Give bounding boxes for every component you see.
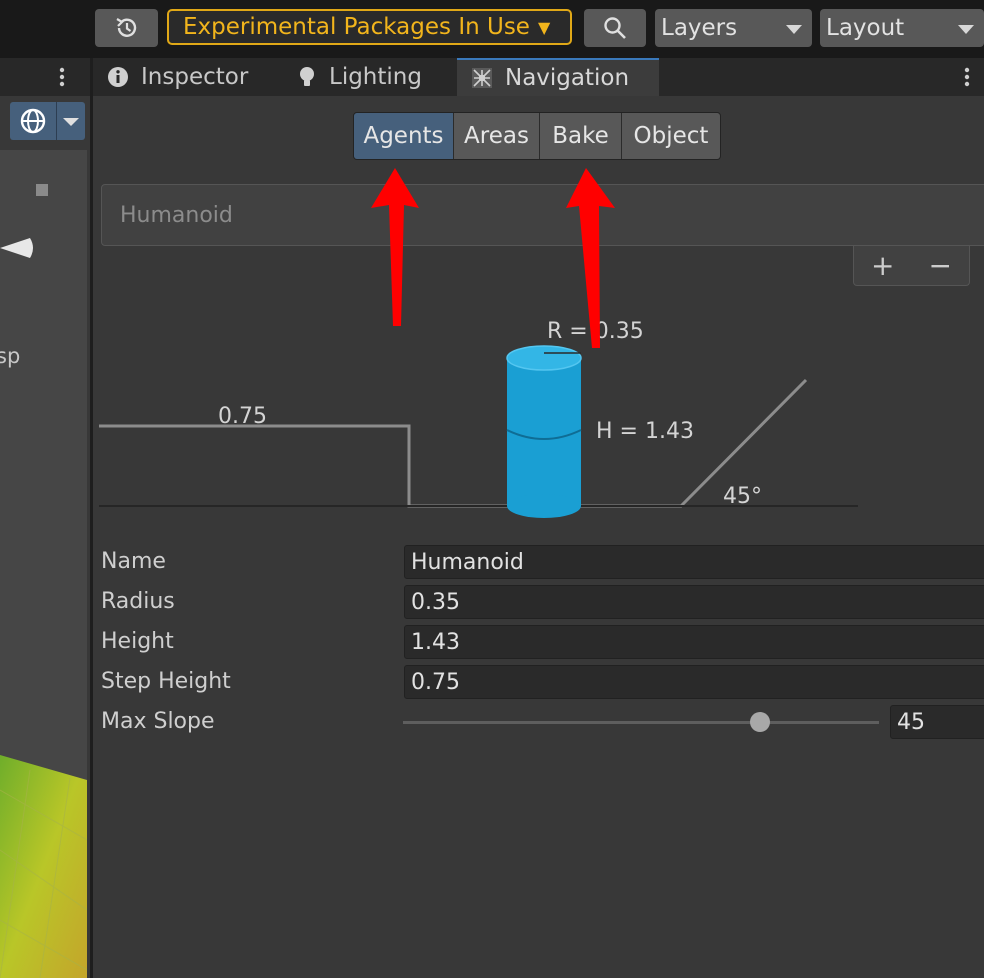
window-tabs: Inspector Lighting Navigation xyxy=(93,58,984,96)
lightbulb-icon xyxy=(297,65,317,89)
layers-label: Layers xyxy=(661,15,738,41)
segment-agents[interactable]: Agents xyxy=(354,113,454,159)
height-annotation: H = 1.43 xyxy=(596,419,694,444)
navigation-panel: Inspector Lighting Navigation Agents Are xyxy=(93,58,984,978)
scene-tab-bar xyxy=(0,58,90,96)
info-icon xyxy=(107,66,129,88)
annotation-arrows xyxy=(371,168,615,348)
layers-dropdown[interactable]: Layers xyxy=(655,9,812,47)
segment-object[interactable]: Object xyxy=(622,113,720,159)
red-arrow-icon xyxy=(566,168,615,348)
experimental-packages-label: Experimental Packages In Use xyxy=(183,14,530,40)
name-label: Name xyxy=(101,549,166,574)
more-options-icon[interactable] xyxy=(56,66,68,88)
tab-lighting-label: Lighting xyxy=(329,64,422,90)
max-slope-slider[interactable] xyxy=(403,721,879,724)
scene-content xyxy=(0,184,87,978)
radius-field[interactable]: 0.35 xyxy=(404,585,984,619)
radius-label: Radius xyxy=(101,589,175,614)
chevron-down-icon xyxy=(63,118,79,126)
agent-cylinder-base xyxy=(507,494,581,518)
segment-areas[interactable]: Areas xyxy=(454,113,540,159)
slope-annotation: 45° xyxy=(723,484,762,509)
layout-dropdown[interactable]: Layout xyxy=(820,9,984,47)
history-icon xyxy=(115,18,136,37)
experimental-packages-dropdown[interactable]: Experimental Packages In Use ▼ xyxy=(167,9,572,45)
height-field[interactable]: 1.43 xyxy=(404,625,984,659)
chevron-down-icon xyxy=(786,25,802,34)
chevron-down-icon: ▼ xyxy=(537,17,551,37)
history-button[interactable] xyxy=(95,9,158,47)
top-toolbar: Experimental Packages In Use ▼ Layers La… xyxy=(0,0,984,58)
tab-navigation-label: Navigation xyxy=(505,65,630,91)
red-arrow-icon xyxy=(371,168,419,326)
tab-inspector-label: Inspector xyxy=(141,64,249,90)
scene-partial-label: sp xyxy=(0,344,21,368)
scene-panel: sp xyxy=(0,58,93,978)
segment-bake[interactable]: Bake xyxy=(540,113,622,159)
max-slope-slider-thumb[interactable] xyxy=(750,712,770,732)
chevron-down-icon xyxy=(958,25,974,34)
more-options-icon[interactable] xyxy=(961,66,973,88)
tab-lighting[interactable]: Lighting xyxy=(297,58,422,96)
max-slope-label: Max Slope xyxy=(101,709,215,734)
navigation-icon xyxy=(471,67,493,89)
tab-inspector[interactable]: Inspector xyxy=(107,58,248,96)
gizmo-orientation-button[interactable] xyxy=(10,102,56,140)
light-gizmo-icon xyxy=(0,238,33,258)
step-height-label: Step Height xyxy=(101,669,231,694)
tab-navigation[interactable]: Navigation xyxy=(457,58,659,96)
search-icon xyxy=(604,17,626,39)
step-height-field[interactable]: 0.75 xyxy=(404,665,984,699)
camera-gizmo-icon xyxy=(36,184,48,196)
name-field[interactable]: Humanoid xyxy=(404,545,984,579)
gizmo-dropdown[interactable] xyxy=(56,102,85,140)
navigation-mode-tabs: Agents Areas Bake Object xyxy=(353,112,721,160)
height-label: Height xyxy=(101,629,174,654)
max-slope-field[interactable]: 45 xyxy=(890,705,984,739)
globe-gizmo-icon xyxy=(20,108,46,134)
search-button[interactable] xyxy=(584,9,646,47)
layout-label: Layout xyxy=(826,15,905,41)
scene-viewport[interactable]: sp xyxy=(0,150,87,978)
